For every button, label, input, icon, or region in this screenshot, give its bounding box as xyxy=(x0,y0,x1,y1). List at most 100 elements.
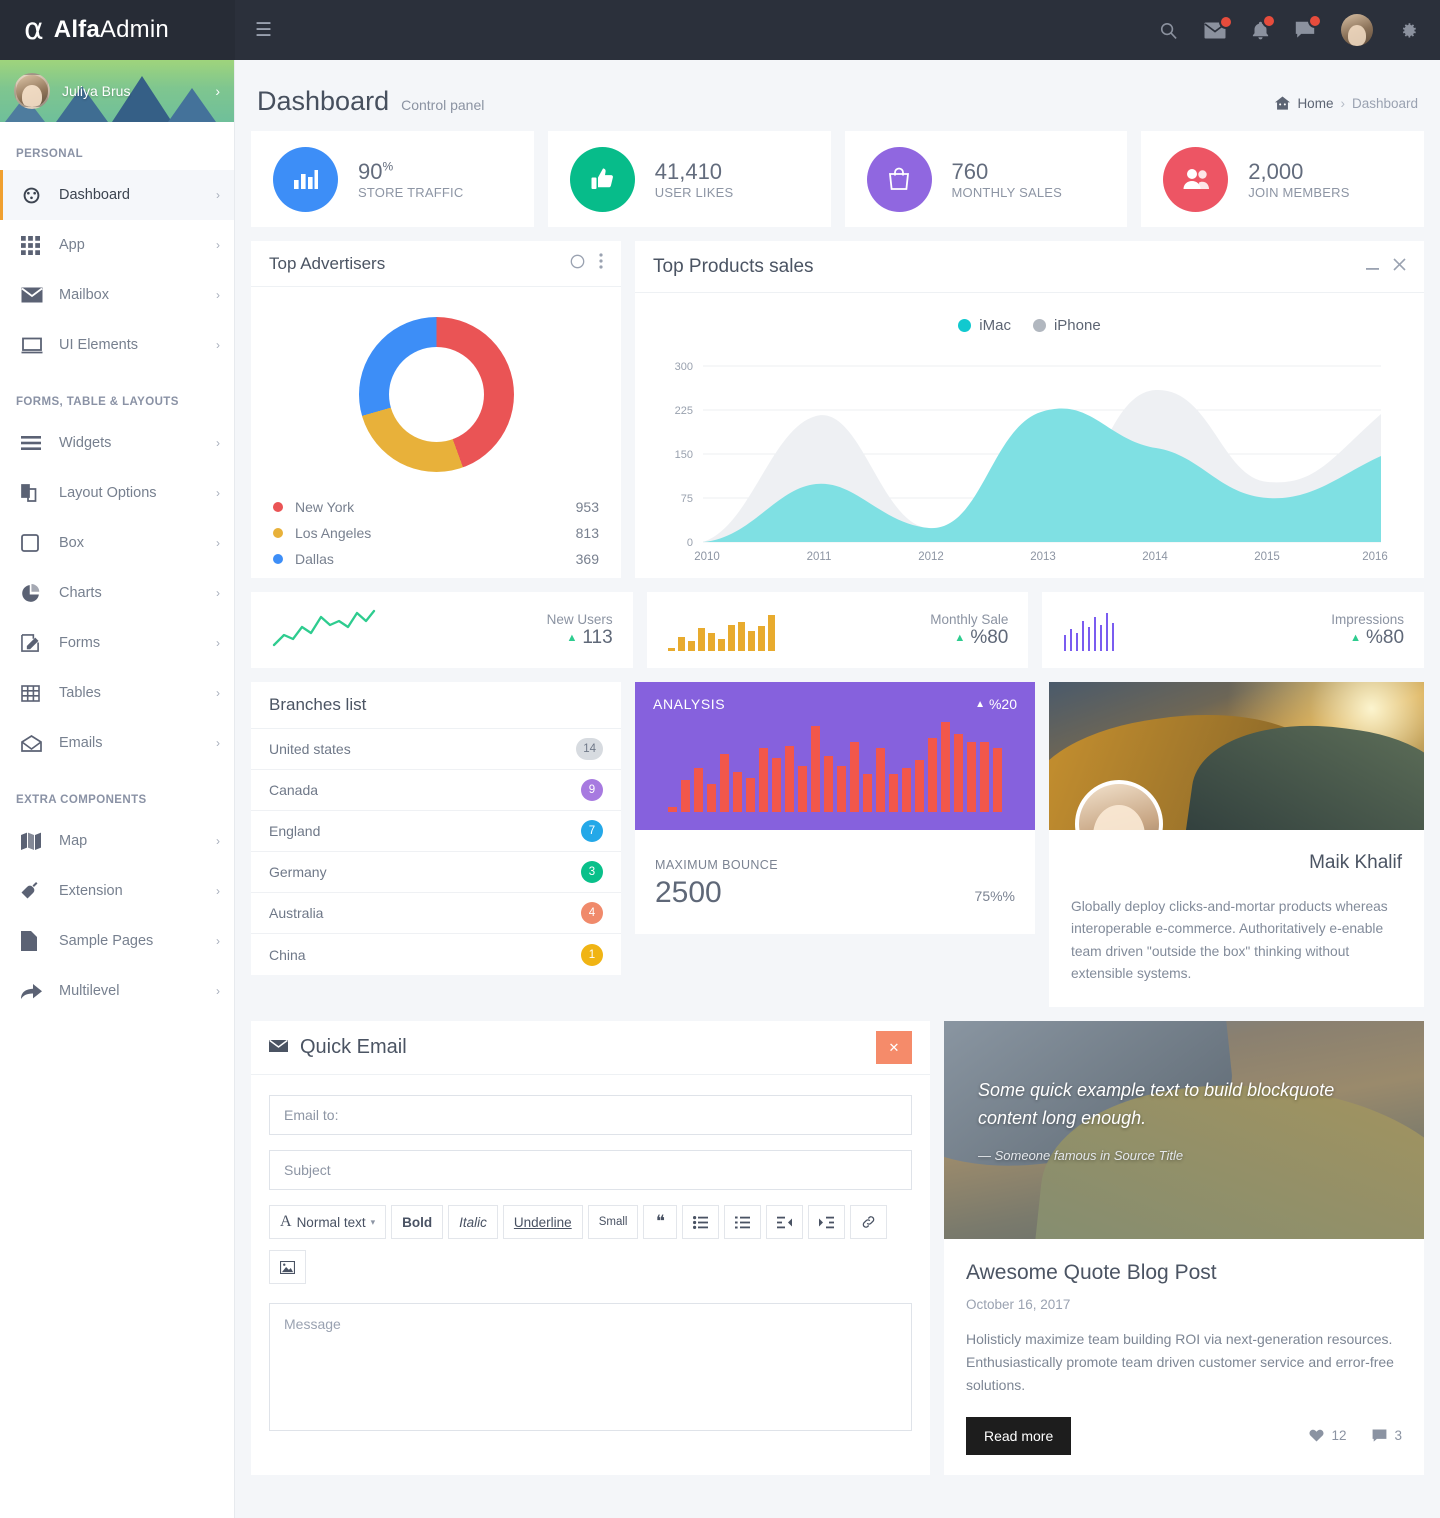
home-icon xyxy=(1275,96,1291,110)
sidebar-item-app[interactable]: App › xyxy=(0,220,234,270)
sidebar-toggle-button[interactable]: ☰ xyxy=(255,21,272,40)
legend-label: Dallas xyxy=(295,551,334,567)
chevron-right-icon: › xyxy=(216,338,220,352)
mountain-decoration xyxy=(168,88,217,122)
sidebar-item-box[interactable]: Box › xyxy=(0,518,234,568)
text-style-dropdown[interactable]: A Normal text ▾ xyxy=(269,1205,387,1240)
breadcrumb-separator: › xyxy=(1340,95,1345,111)
sidebar-item-label: Dashboard xyxy=(59,187,130,203)
email-to-input[interactable] xyxy=(269,1095,912,1136)
close-button[interactable]: ✕ xyxy=(876,1031,912,1065)
brand-logo[interactable]: α AlfaAdmin xyxy=(0,0,235,60)
subject-input[interactable] xyxy=(269,1150,912,1191)
bar-chart-icon xyxy=(273,146,338,212)
blog-cover-image: Some quick example text to build blockqu… xyxy=(944,1021,1424,1240)
legend-label: iMac xyxy=(979,317,1011,334)
outdent-button[interactable] xyxy=(766,1205,804,1240)
message-textarea[interactable] xyxy=(269,1303,912,1432)
analysis-body: MAXIMUM BOUNCE 2500 75%% xyxy=(635,830,1035,934)
minimize-icon[interactable] xyxy=(1366,258,1379,276)
sidebar: Juliya Brus › PERSONAL Dashboard › App ›… xyxy=(0,60,235,1518)
comment-count[interactable]: 3 xyxy=(1372,1428,1402,1443)
sidebar-item-widgets[interactable]: Widgets › xyxy=(0,418,234,468)
chevron-right-icon: › xyxy=(216,536,220,550)
bold-button[interactable]: Bold xyxy=(391,1205,444,1240)
new-users-widget[interactable]: New Users ▲ 113 xyxy=(251,592,633,668)
list-item[interactable]: Australia 4 xyxy=(251,893,621,934)
gear-icon[interactable] xyxy=(1399,21,1418,40)
legend-value: 369 xyxy=(575,551,599,567)
plug-icon xyxy=(21,881,59,901)
legend-item-iphone[interactable]: iPhone xyxy=(1032,317,1101,334)
envelope-icon xyxy=(269,1036,288,1059)
list-item[interactable]: England 7 xyxy=(251,811,621,852)
chart-legend: iMac iPhone xyxy=(635,293,1424,342)
chevron-right-icon: › xyxy=(216,736,220,750)
sidebar-item-map[interactable]: Map › xyxy=(0,816,234,866)
card-header: Top Advertisers xyxy=(251,241,621,287)
list-item[interactable]: China 1 xyxy=(251,934,621,975)
list-item[interactable]: United states 14 xyxy=(251,729,621,770)
sidebar-item-tables[interactable]: Tables › xyxy=(0,668,234,718)
blog-title[interactable]: Awesome Quote Blog Post xyxy=(966,1261,1402,1285)
insert-image-button[interactable] xyxy=(269,1250,306,1285)
stat-card-store-traffic[interactable]: 90% STORE TRAFFIC xyxy=(251,131,534,227)
monthly-sale-widget[interactable]: Monthly Sale ▲ %80 xyxy=(646,592,1029,668)
blog-footer: Read more 12 3 xyxy=(966,1416,1402,1455)
svg-text:300: 300 xyxy=(675,361,693,373)
stat-card-join-members[interactable]: 2,000 JOIN MEMBERS xyxy=(1141,131,1424,227)
svg-text:2013: 2013 xyxy=(1030,551,1056,563)
breadcrumb-current: Dashboard xyxy=(1351,95,1418,111)
list-item[interactable]: Canada 9 xyxy=(251,770,621,811)
avatar[interactable] xyxy=(1341,14,1373,46)
map-icon xyxy=(21,832,59,850)
circle-icon[interactable] xyxy=(570,254,585,274)
sidebar-item-label: App xyxy=(59,237,85,253)
list-item[interactable]: Germany 3 xyxy=(251,852,621,893)
close-icon[interactable] xyxy=(1393,257,1406,276)
link-button[interactable] xyxy=(850,1205,888,1240)
breadcrumb-home-link[interactable]: Home xyxy=(1297,96,1333,111)
sidebar-item-ui-elements[interactable]: UI Elements › xyxy=(0,320,234,370)
sidebar-item-forms[interactable]: Forms › xyxy=(0,618,234,668)
image-icon xyxy=(280,1260,295,1274)
analysis-card: ANALYSIS ▲ %20 MAXIMUM BOUNCE 2500 75%% xyxy=(635,682,1035,934)
small-text-button[interactable]: Small xyxy=(587,1205,639,1240)
legend-label: New York xyxy=(295,499,355,515)
kebab-menu-icon[interactable] xyxy=(599,253,603,274)
sidebar-item-label: Tables xyxy=(59,685,101,701)
sidebar-item-extension[interactable]: Extension › xyxy=(0,866,234,916)
numbered-list-button[interactable] xyxy=(724,1205,762,1240)
read-more-button[interactable]: Read more xyxy=(966,1416,1072,1455)
quick-email-form: A Normal text ▾ Bold Italic Underline Sm… xyxy=(251,1075,930,1460)
chat-icon[interactable] xyxy=(1295,14,1322,39)
like-count[interactable]: 12 xyxy=(1309,1428,1346,1443)
sidebar-item-multilevel[interactable]: Multilevel › xyxy=(0,966,234,1016)
stat-label: STORE TRAFFIC xyxy=(358,185,464,201)
sidebar-item-charts[interactable]: Charts › xyxy=(0,568,234,618)
sidebar-item-layout-options[interactable]: Layout Options › xyxy=(0,468,234,518)
editor-toolbar-row2 xyxy=(269,1250,912,1291)
blockquote-button[interactable]: ❝ xyxy=(643,1205,678,1240)
sidebar-item-sample-pages[interactable]: Sample Pages › xyxy=(0,916,234,966)
bullet-list-button[interactable] xyxy=(682,1205,720,1240)
stat-card-monthly-sales[interactable]: 760 MONTHLY SALES xyxy=(844,131,1128,227)
underline-button[interactable]: Underline xyxy=(502,1205,583,1240)
search-icon[interactable] xyxy=(1159,21,1178,40)
bag-icon xyxy=(866,146,932,212)
indent-button[interactable] xyxy=(808,1205,846,1240)
stat-card-user-likes[interactable]: 41,410 USER LIKES xyxy=(547,131,831,227)
page-subtitle: Control panel xyxy=(401,97,485,113)
sidebar-item-mailbox[interactable]: Mailbox › xyxy=(0,270,234,320)
unordered-list-icon xyxy=(693,1215,709,1229)
sidebar-user-profile[interactable]: Juliya Brus › xyxy=(0,60,234,122)
italic-button[interactable]: Italic xyxy=(448,1205,498,1240)
envelope-icon[interactable] xyxy=(1204,14,1233,39)
sidebar-item-emails[interactable]: Emails › xyxy=(0,718,234,768)
legend-item-imac[interactable]: iMac xyxy=(958,317,1011,334)
impressions-widget[interactable]: Impressions ▲ %80 xyxy=(1042,592,1425,668)
indent-icon xyxy=(819,1216,835,1229)
bell-icon[interactable] xyxy=(1252,13,1276,40)
sidebar-item-dashboard[interactable]: Dashboard › xyxy=(0,170,234,220)
svg-text:2012: 2012 xyxy=(918,551,944,563)
